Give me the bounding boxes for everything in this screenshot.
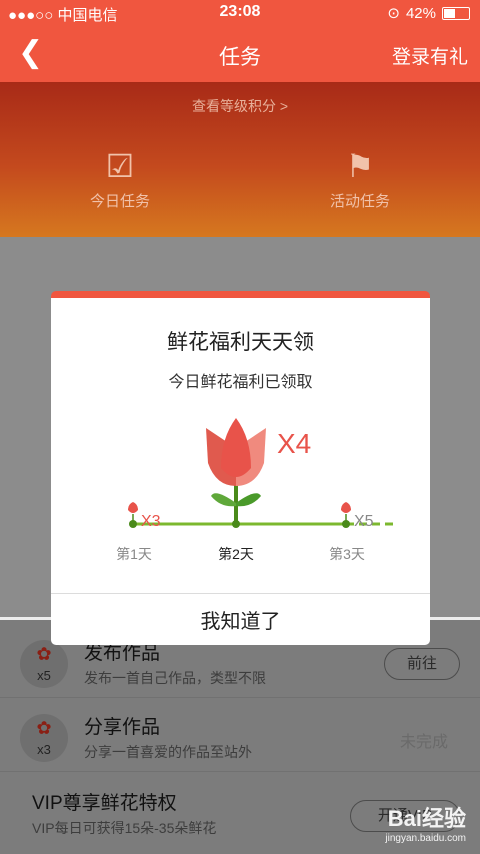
tulip-small-icon [128, 502, 138, 523]
task-name: 分享作品 [84, 717, 161, 738]
day2-label: 第2天 [218, 546, 254, 562]
tab-today-label: 今日任务 [89, 193, 150, 210]
badge-count: x5 [37, 668, 51, 683]
tab-activity-label: 活动任务 [329, 193, 390, 210]
clipboard-check-icon: ☑ [105, 148, 135, 184]
task-status: 未完成 [399, 734, 448, 751]
day3-multiplier: X5 [354, 513, 374, 530]
day1-multiplier: X3 [141, 513, 161, 530]
task-name: VIP尊享鲜花特权 [32, 793, 177, 814]
nav-bar: ❮ 任务 登录有礼 [0, 26, 480, 82]
day1-label: 第1天 [116, 546, 152, 562]
rotation-lock-icon: ⊙ [387, 5, 400, 22]
task-desc: VIP每日可获得15朵-35朵鲜花 [32, 820, 217, 836]
tulip-large-icon [206, 418, 266, 524]
level-points-link[interactable]: 查看等级积分 > [0, 96, 480, 116]
watermark-url: jingyan.baidu.com [385, 833, 466, 844]
task-desc: 分享一首喜爱的作品至站外 [84, 744, 252, 760]
status-bar: ●●●○○ 中国电信 23:08 ⊙ 42% [0, 0, 480, 26]
tab-today[interactable]: ☑ 今日任务 [60, 148, 180, 211]
tulip-small-icon [341, 502, 351, 523]
flower-badge: ✿ x5 [20, 640, 68, 688]
hero-banner: 查看等级积分 > ☑ 今日任务 ⚑ 活动任务 [0, 82, 480, 237]
battery-icon [442, 6, 470, 20]
list-item: ✿ x3 分享作品 分享一首喜爱的作品至站外 未完成 [0, 702, 480, 772]
login-reward-button[interactable]: 登录有礼 [392, 42, 468, 69]
battery-percent: 42% [405, 4, 436, 22]
watermark-brand: Bai经验 [387, 806, 466, 831]
go-button[interactable]: 前往 [384, 648, 460, 680]
flower-badge: ✿ x3 [20, 714, 68, 762]
flag-icon: ⚑ [345, 148, 375, 184]
flower-icon: ✿ [36, 718, 52, 738]
confirm-button[interactable]: 我知道了 [51, 593, 430, 645]
day2-multiplier: X4 [277, 428, 312, 459]
tab-activity[interactable]: ⚑ 活动任务 [300, 148, 420, 211]
day3-label: 第3天 [329, 546, 365, 562]
task-desc: 发布一首自己作品，类型不限 [84, 670, 266, 686]
badge-count: x3 [37, 742, 51, 757]
reward-dialog: 鲜花福利天天领 今日鲜花福利已领取 X3 X4 X5 第1天 第2天 第3天 我… [51, 291, 430, 645]
watermark: Bai经验 jingyan.baidu.com [385, 801, 466, 844]
